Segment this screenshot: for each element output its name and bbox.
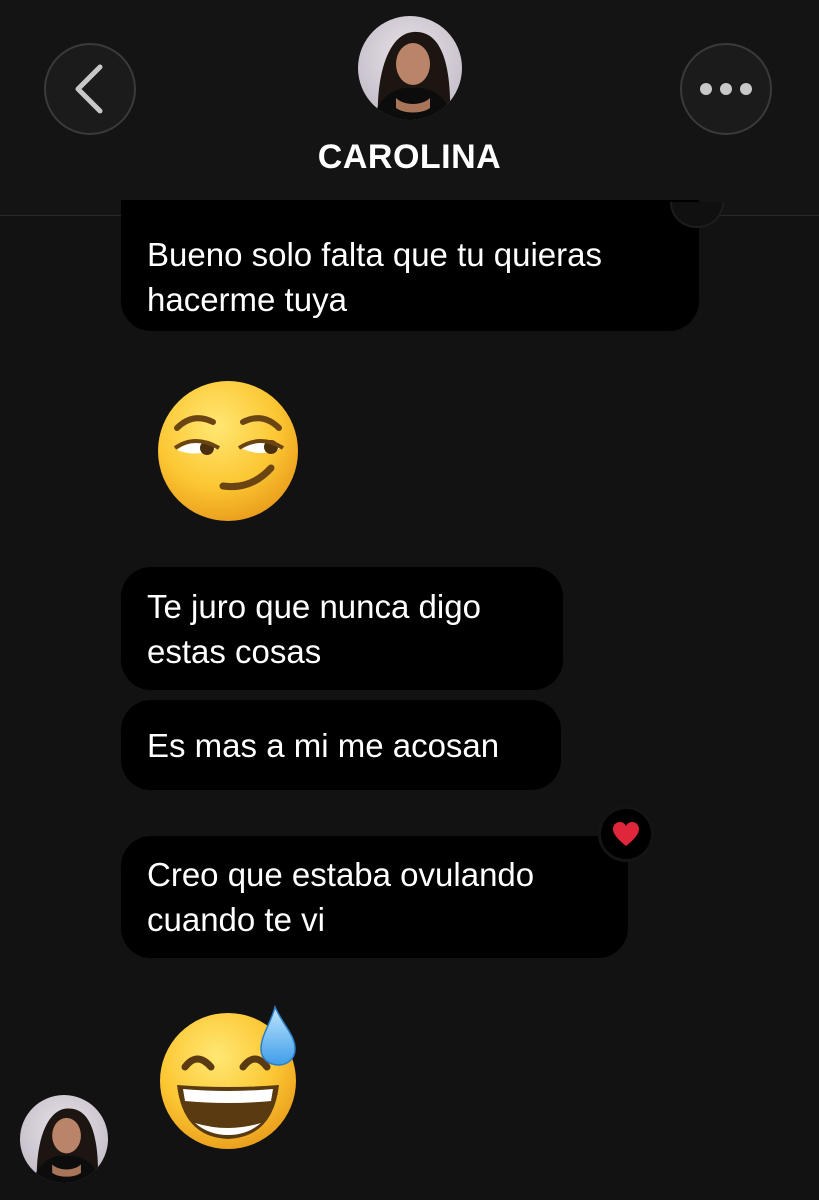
message-text-line: Bueno solo falta que tu quieras (147, 235, 602, 273)
message-text-line: hacerme tuya (147, 280, 347, 318)
grinning-face-with-sweat-emoji[interactable] (155, 1005, 301, 1151)
message-text-line: Es mas a mi me acosan (147, 726, 500, 764)
chat-header: CAROLINA (0, 0, 819, 216)
message-bubble[interactable]: Es mas a mi me acosan (121, 700, 561, 790)
chevron-left-icon (75, 64, 103, 114)
contact-name[interactable]: CAROLINA (0, 138, 819, 177)
back-button[interactable] (44, 43, 136, 135)
contact-avatar[interactable] (358, 16, 462, 120)
message-text-line: Creo que estaba ovulando (147, 856, 535, 893)
smirking-face-emoji[interactable] (155, 378, 301, 524)
message-bubble[interactable]: Bueno solo falta que tu quieras hacerme … (121, 200, 699, 331)
message-bubble[interactable]: Creo que estaba ovulando cuando te vi (121, 836, 628, 958)
more-options-button[interactable] (680, 43, 772, 135)
heart-icon (613, 822, 639, 846)
message-bubble[interactable]: Te juro que nunca digo estas cosas (121, 567, 563, 690)
more-horizontal-icon (700, 83, 752, 95)
reaction-badge[interactable] (598, 806, 654, 862)
message-text-line: Te juro que nunca digo (147, 587, 481, 625)
sender-avatar[interactable] (20, 1095, 108, 1183)
message-text-line: cuando te vi (147, 901, 325, 938)
message-text-line: estas cosas (147, 632, 322, 670)
